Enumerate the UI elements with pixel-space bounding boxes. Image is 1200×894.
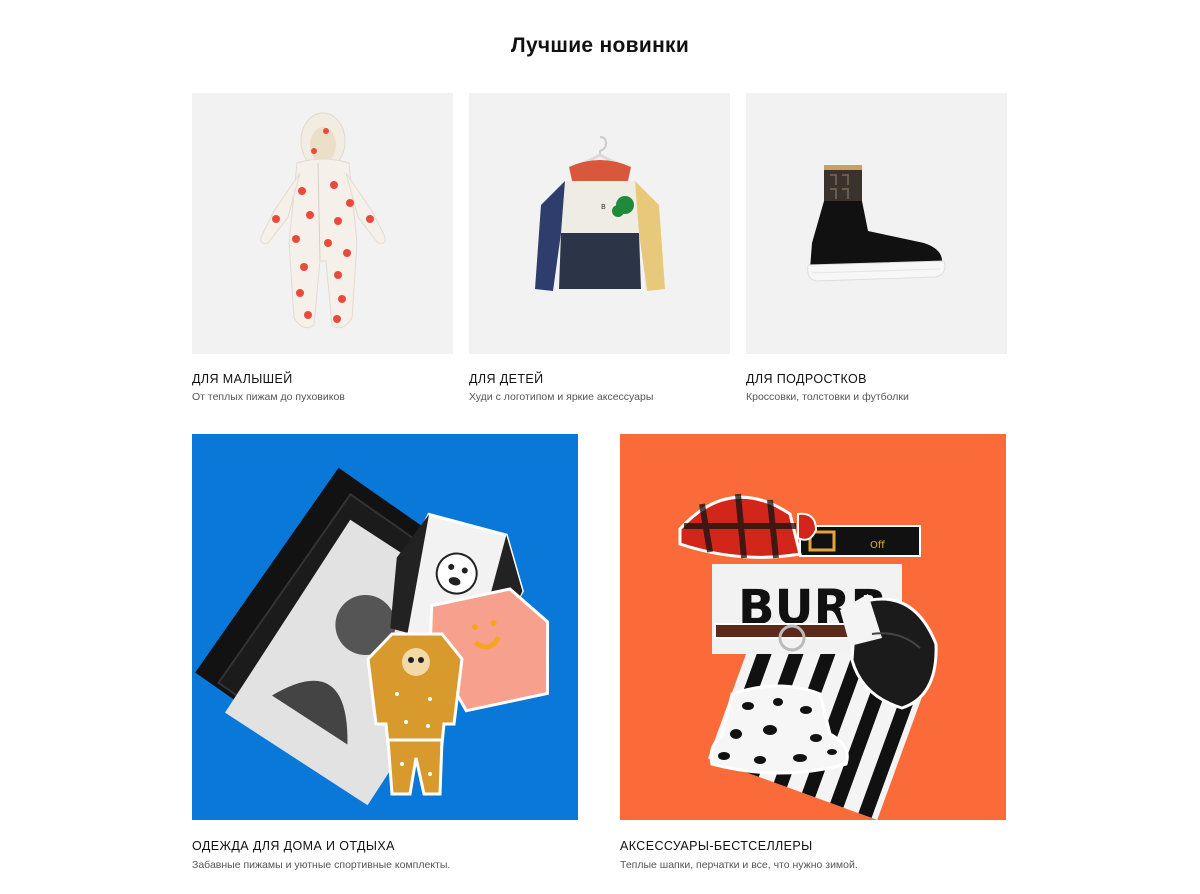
card-title[interactable]: ДЛЯ МАЛЫШЕЙ <box>192 372 293 386</box>
card-subtitle: Забавные пижамы и уютные спортивные комп… <box>192 859 451 871</box>
kids-hoodie-image[interactable]: B <box>469 93 730 354</box>
card-title[interactable]: АКСЕССУАРЫ-БЕСТСЕЛЛЕРЫ <box>620 839 813 853</box>
svg-text:B: B <box>601 203 606 211</box>
card-subtitle: Теплые шапки, перчатки и все, что нужно … <box>620 859 858 871</box>
accessories-collage-image[interactable]: BURB Off <box>620 434 1006 820</box>
svg-text:Off: Off <box>870 540 886 551</box>
baby-jumpsuit-image[interactable] <box>192 93 453 354</box>
card-subtitle: Худи с логотипом и яркие аксессуары <box>469 391 654 403</box>
card-subtitle: От теплых пижам до пуховиков <box>192 391 345 403</box>
homewear-collage-image[interactable] <box>192 434 578 820</box>
card-title[interactable]: ДЛЯ ПОДРОСТКОВ <box>746 372 867 386</box>
card-title[interactable]: ДЛЯ ДЕТЕЙ <box>469 372 544 386</box>
sock-sneaker-image[interactable] <box>746 93 1007 354</box>
card-subtitle: Кроссовки, толстовки и футболки <box>746 391 909 403</box>
card-title[interactable]: ОДЕЖДА ДЛЯ ДОМА И ОТДЫХА <box>192 839 395 853</box>
section-title: Лучшие новинки <box>510 34 690 57</box>
